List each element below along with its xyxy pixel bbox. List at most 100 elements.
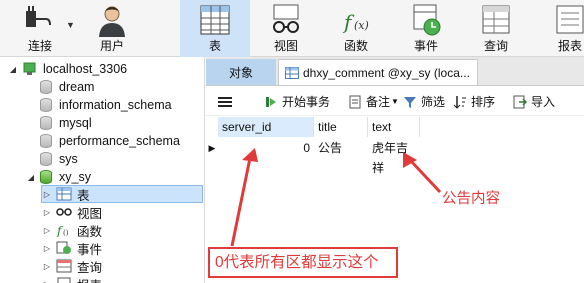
expand-arrow-icon[interactable]: ▷ — [42, 280, 52, 283]
annotation-label: 公告内容 — [442, 191, 500, 207]
query-icon — [56, 259, 72, 273]
current-row-marker-icon: ▶ — [208, 142, 216, 153]
database-icon — [40, 134, 52, 148]
query-button[interactable]: 查询 — [474, 0, 518, 57]
user-label: 用户 — [99, 39, 124, 53]
import-label: 导入 — [530, 95, 555, 109]
tab-comment-label: dhxy_comment @xy_sy (loca... — [303, 65, 470, 80]
column-header-title[interactable]: title — [314, 117, 368, 137]
table-toolbar: 开始事务 备注 ▼ 筛选 排序 导入 — [206, 88, 584, 116]
tree-item-events[interactable]: ▷ 事件 — [42, 239, 102, 257]
table-icon — [56, 187, 72, 201]
expand-arrow-icon[interactable]: ▷ — [42, 226, 52, 235]
view-label: 视图 — [273, 39, 298, 53]
tree-item-label: 视图 — [77, 206, 103, 221]
expand-arrow-icon[interactable]: ▷ — [42, 244, 52, 253]
user-icon — [90, 3, 134, 37]
menu-button[interactable] — [218, 95, 236, 109]
expand-arrow-icon[interactable]: ▷ — [42, 208, 52, 217]
table-button[interactable]: 表 — [180, 0, 250, 57]
note-dropdown-arrow-icon[interactable]: ▼ — [391, 97, 399, 106]
import-button[interactable]: 导入 — [513, 93, 555, 110]
cell-title[interactable]: 公告 — [314, 138, 368, 158]
expand-arrow-icon[interactable]: ▷ — [42, 190, 52, 199]
import-icon — [513, 95, 528, 109]
tree-item-label: 表 — [77, 188, 90, 203]
cell-server-id[interactable]: 0 — [218, 138, 314, 158]
view-button[interactable]: 视图 — [264, 0, 308, 57]
tree-connection[interactable]: ◢ localhost_3306 — [8, 60, 127, 78]
report-label: 报表 — [557, 39, 582, 53]
table-label: 表 — [208, 39, 221, 53]
function-button[interactable]: f (x) 函数 — [334, 0, 378, 57]
tab-objects-label: 对象 — [228, 65, 253, 80]
tree-db-mysql[interactable]: mysql — [40, 114, 92, 132]
grid-header: server_id title text — [206, 117, 420, 137]
begin-transaction-label: 开始事务 — [282, 95, 331, 109]
filter-button[interactable]: 筛选 — [403, 93, 445, 110]
tree-item-label: 事件 — [77, 242, 103, 257]
sort-button[interactable]: 排序 — [453, 93, 495, 110]
connect-label: 连接 — [27, 39, 52, 53]
sort-icon — [453, 95, 467, 109]
tree-item-functions[interactable]: ▷ f() 函数 — [42, 221, 102, 239]
user-button[interactable]: 用户 — [90, 0, 134, 57]
tree-item-tables[interactable]: ▷ 表 — [41, 185, 203, 203]
note-icon — [348, 95, 362, 109]
view-glasses-icon — [56, 205, 72, 219]
database-icon — [40, 116, 52, 130]
column-header-text[interactable]: text — [368, 117, 420, 137]
tree-db-information-schema[interactable]: information_schema — [40, 96, 172, 114]
menu-icon — [218, 95, 232, 109]
connection-label: localhost_3306 — [43, 62, 128, 76]
tree-db-xy-sy[interactable]: ◢ xy_sy — [26, 168, 91, 186]
function-icon: f() — [56, 223, 72, 238]
report-icon — [548, 3, 584, 37]
tree-item-reports[interactable]: ▷ 报表 — [42, 275, 102, 283]
table-icon — [193, 3, 237, 37]
navigation-tree: ◢ localhost_3306 dream information_schem… — [0, 57, 205, 283]
database-icon — [40, 152, 52, 166]
tree-item-views[interactable]: ▷ 视图 — [42, 203, 102, 221]
table-row[interactable]: ▶ 0 公告 虎年吉祥 — [206, 138, 420, 175]
db-label: dream — [59, 80, 95, 94]
svg-text:(): () — [63, 229, 69, 237]
database-icon — [40, 98, 52, 112]
tree-item-label: 函数 — [77, 224, 103, 239]
tree-item-queries[interactable]: ▷ 查询 — [42, 257, 102, 275]
query-icon — [474, 3, 518, 37]
collapse-arrow-icon[interactable]: ◢ — [26, 173, 36, 182]
db-label: information_schema — [59, 98, 172, 112]
event-button[interactable]: 事件 — [404, 0, 448, 57]
plug-icon — [18, 3, 62, 37]
connection-icon — [22, 62, 38, 76]
report-button[interactable]: 报表 — [548, 0, 584, 57]
begin-transaction-button[interactable]: 开始事务 — [264, 93, 330, 110]
connect-button[interactable]: 连接 — [18, 0, 62, 57]
note-button[interactable]: 备注 ▼ — [348, 93, 399, 110]
filter-label: 筛选 — [420, 95, 445, 109]
tab-bar: 对象 dhxy_comment @xy_sy (loca... — [206, 57, 584, 86]
tree-db-sys[interactable]: sys — [40, 150, 78, 168]
tree-item-label: 查询 — [77, 260, 103, 275]
view-glasses-icon — [264, 3, 308, 37]
database-icon — [40, 80, 52, 94]
query-label: 查询 — [483, 39, 508, 53]
column-header-server-id[interactable]: server_id — [218, 117, 314, 137]
annotation-box-text: 0代表所有区都显示这个 — [215, 254, 379, 271]
table-icon — [285, 66, 299, 79]
tab-dhxy-comment[interactable]: dhxy_comment @xy_sy (loca... — [278, 59, 478, 85]
main-toolbar: 连接 ▼ 用户 表 视图 f (x) 函数 事件 查询 报表 — [0, 0, 584, 57]
db-label: performance_schema — [59, 134, 180, 148]
filter-icon — [403, 95, 417, 109]
sort-label: 排序 — [470, 95, 495, 109]
tab-objects[interactable]: 对象 — [206, 59, 276, 85]
function-icon: f (x) — [334, 3, 378, 37]
expand-arrow-icon[interactable]: ▷ — [42, 262, 52, 271]
tree-db-performance-schema[interactable]: performance_schema — [40, 132, 180, 150]
note-label: 备注 — [366, 95, 391, 109]
connect-dropdown-arrow-icon[interactable]: ▼ — [66, 20, 75, 30]
tree-db-dream[interactable]: dream — [40, 78, 94, 96]
collapse-arrow-icon[interactable]: ◢ — [8, 65, 18, 74]
cell-text[interactable]: 虎年吉祥 — [368, 138, 420, 175]
